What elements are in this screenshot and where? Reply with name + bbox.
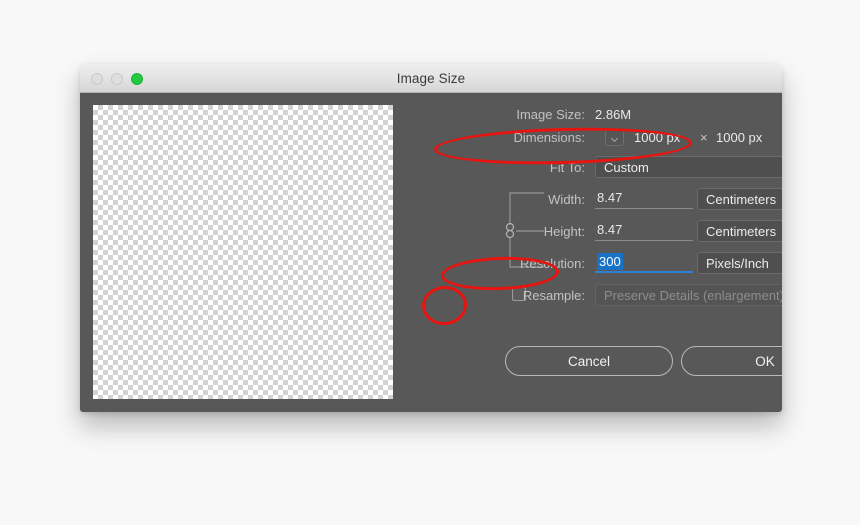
width-unit-select[interactable]: Centimeters — [697, 188, 782, 210]
resolution-label: Resolution: — [519, 256, 585, 271]
dimensions-width-value: 1000 px — [634, 130, 681, 145]
dimensions-unit-select[interactable] — [605, 129, 624, 146]
dimensions-height-value: 1000 px — [716, 130, 763, 145]
ok-button-label: OK — [755, 353, 775, 369]
resolution-unit-value: Pixels/Inch — [706, 255, 769, 271]
height-unit-select[interactable]: Centimeters — [697, 220, 782, 242]
resolution-unit-select[interactable]: Pixels/Inch — [697, 252, 782, 274]
cancel-button-label: Cancel — [567, 353, 611, 369]
fit-to-select[interactable]: Custom — [595, 156, 782, 178]
width-unit-value: Centimeters — [706, 191, 777, 207]
resample-method-value: Preserve Details (enlargement) — [604, 287, 782, 303]
image-size-dialog: Image Size Image Size: 2.86M Dimensions:… — [80, 64, 782, 412]
screenshot-canvas: Image Size Image Size: 2.86M Dimensions:… — [0, 0, 860, 525]
chevron-down-icon — [612, 136, 618, 140]
image-size-value: 2.86M — [595, 107, 632, 122]
resolution-input[interactable]: 300 — [595, 253, 693, 273]
resolution-value: 300 — [597, 253, 623, 270]
resample-label: Resample: — [522, 288, 585, 303]
resample-method-select[interactable]: Preserve Details (enlargement) — [595, 284, 782, 306]
window-titlebar[interactable]: Image Size — [80, 64, 782, 93]
fit-to-value: Custom — [604, 159, 649, 175]
width-label: Width: — [548, 192, 585, 207]
height-unit-value: Centimeters — [706, 223, 777, 239]
cancel-button[interactable]: Cancel — [505, 346, 673, 376]
settings-panel: Image Size: 2.86M Dimensions: 1000 px × … — [405, 93, 782, 412]
height-label: Height: — [543, 224, 585, 239]
fit-to-label: Fit To: — [549, 160, 585, 175]
ok-button[interactable]: OK — [681, 346, 782, 376]
dialog-body: Image Size: 2.86M Dimensions: 1000 px × … — [80, 93, 782, 412]
height-input[interactable]: 8.47 — [595, 222, 693, 241]
dimensions-label: Dimensions: — [513, 130, 585, 145]
window-title: Image Size — [396, 71, 466, 86]
dimensions-separator: × — [700, 130, 708, 145]
image-size-label: Image Size: — [516, 107, 585, 122]
width-input[interactable]: 8.47 — [595, 190, 693, 209]
image-preview-checkerboard — [93, 105, 393, 399]
